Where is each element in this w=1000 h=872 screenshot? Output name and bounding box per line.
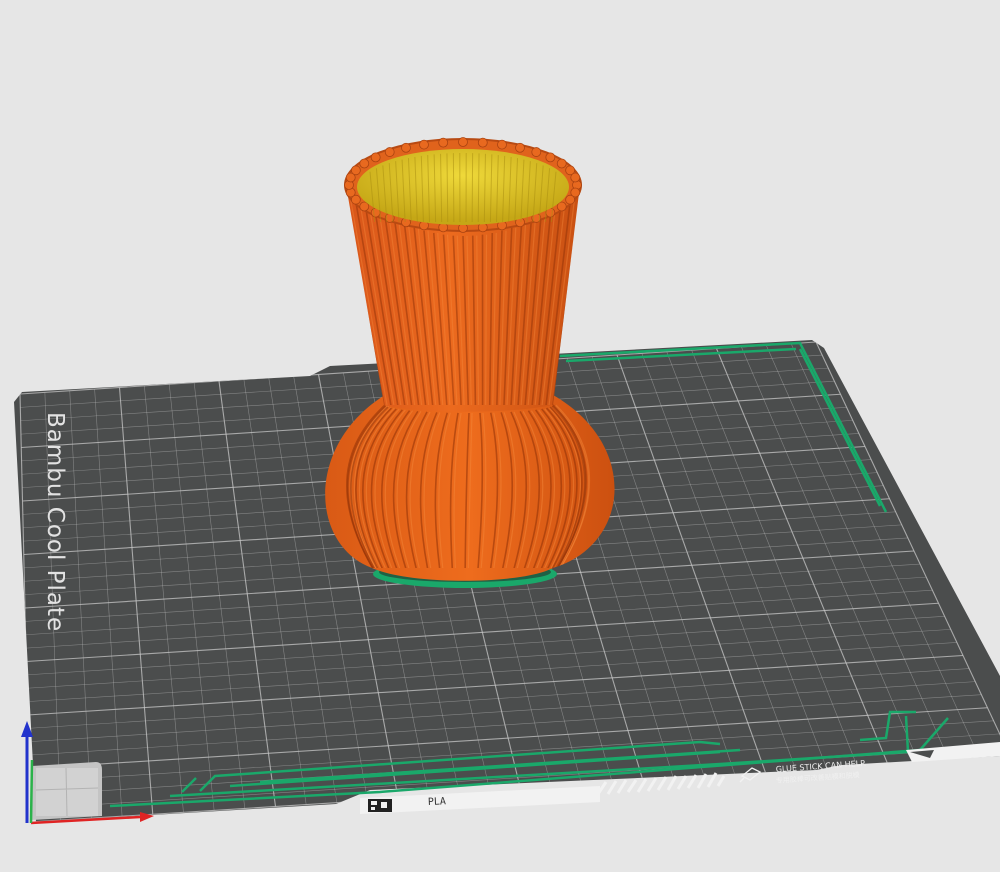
plate-qr-icon	[368, 799, 392, 812]
plate-name-label: Bambu Cool Plate	[42, 412, 68, 632]
scene-canvas[interactable]: Bambu Cool Plate PLA GLUE STICK CAN HELP…	[0, 0, 1000, 872]
plate-filament-label: PLA	[428, 796, 447, 808]
vase-interior	[357, 149, 569, 225]
y-axis-line	[29, 759, 34, 824]
3d-viewport[interactable]: Bambu Cool Plate PLA GLUE STICK CAN HELP…	[0, 0, 1000, 872]
